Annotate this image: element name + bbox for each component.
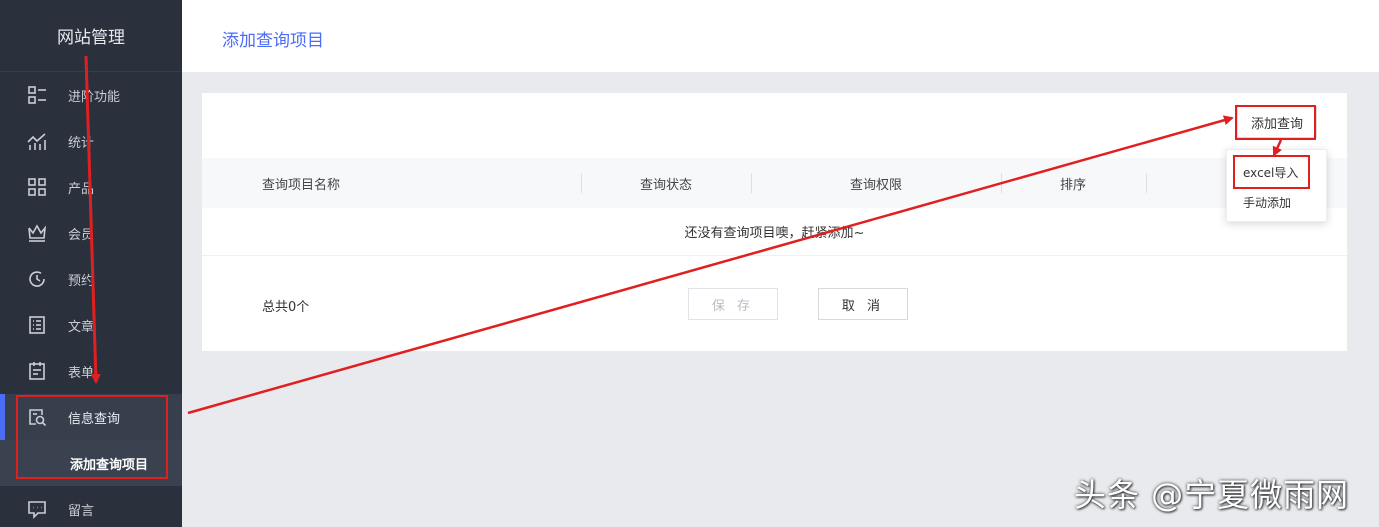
sidebar-brand: 网站管理 [0,0,182,72]
clock-icon [26,268,48,290]
watermark-text: 头条 @宁夏微雨网 [1074,476,1350,514]
message-icon [26,498,48,520]
column-divider [581,173,582,193]
sidebar-item-members[interactable]: 会员 [0,210,182,256]
article-icon [26,314,48,336]
cancel-button[interactable]: 取 消 [818,288,908,320]
form-icon [26,360,48,382]
sidebar-item-advanced[interactable]: 进阶功能 [0,72,182,118]
header: 添加查询项目 [182,0,1379,72]
sidebar-item-products[interactable]: 产品 [0,164,182,210]
statistics-icon [26,130,48,152]
products-icon [26,176,48,198]
annotation-highlight-sidebar [16,395,168,479]
sidebar-item-booking[interactable]: 预约 [0,256,182,302]
sidebar-item-label: 留言 [68,503,95,519]
table-header: 查询项目名称 查询状态 查询权限 排序 [202,158,1347,208]
annotation-highlight-excel-import [1233,155,1310,189]
column-header-name: 查询项目名称 [262,177,341,193]
query-project-card: 添加查询 查询项目名称 查询状态 查询权限 排序 还没有查询项目噢，赶紧添加~ … [202,93,1347,351]
sidebar-item-label: 进阶功能 [68,89,121,105]
sidebar-item-label: 会员 [68,227,95,243]
sidebar-item-label: 预约 [68,273,95,289]
sidebar-item-statistics[interactable]: 统计 [0,118,182,164]
sidebar-item-label: 产品 [68,181,95,197]
advanced-features-icon [26,84,48,106]
sidebar-item-label: 统计 [68,135,95,151]
save-button[interactable]: 保 存 [688,288,778,320]
column-header-status: 查询状态 [640,177,693,193]
column-header-permission: 查询权限 [850,177,903,193]
crown-icon [26,222,48,244]
sidebar-item-forms[interactable]: 表单 [0,348,182,394]
annotation-highlight-add-query [1235,105,1316,140]
page-title: 添加查询项目 [222,31,324,51]
sidebar-item-messages[interactable]: 留言 [0,486,182,527]
column-divider [751,173,752,193]
column-divider [1146,173,1147,193]
total-count: 总共0个 [262,300,310,315]
sidebar-item-articles[interactable]: 文章 [0,302,182,348]
menu-item-manual-add[interactable]: 手动添加 [1243,194,1291,211]
column-header-sort: 排序 [1060,177,1087,193]
empty-state-text: 还没有查询项目噢，赶紧添加~ [202,208,1347,256]
sidebar-item-label: 表单 [68,365,95,381]
column-divider [1001,173,1002,193]
sidebar-item-label: 文章 [68,319,95,335]
